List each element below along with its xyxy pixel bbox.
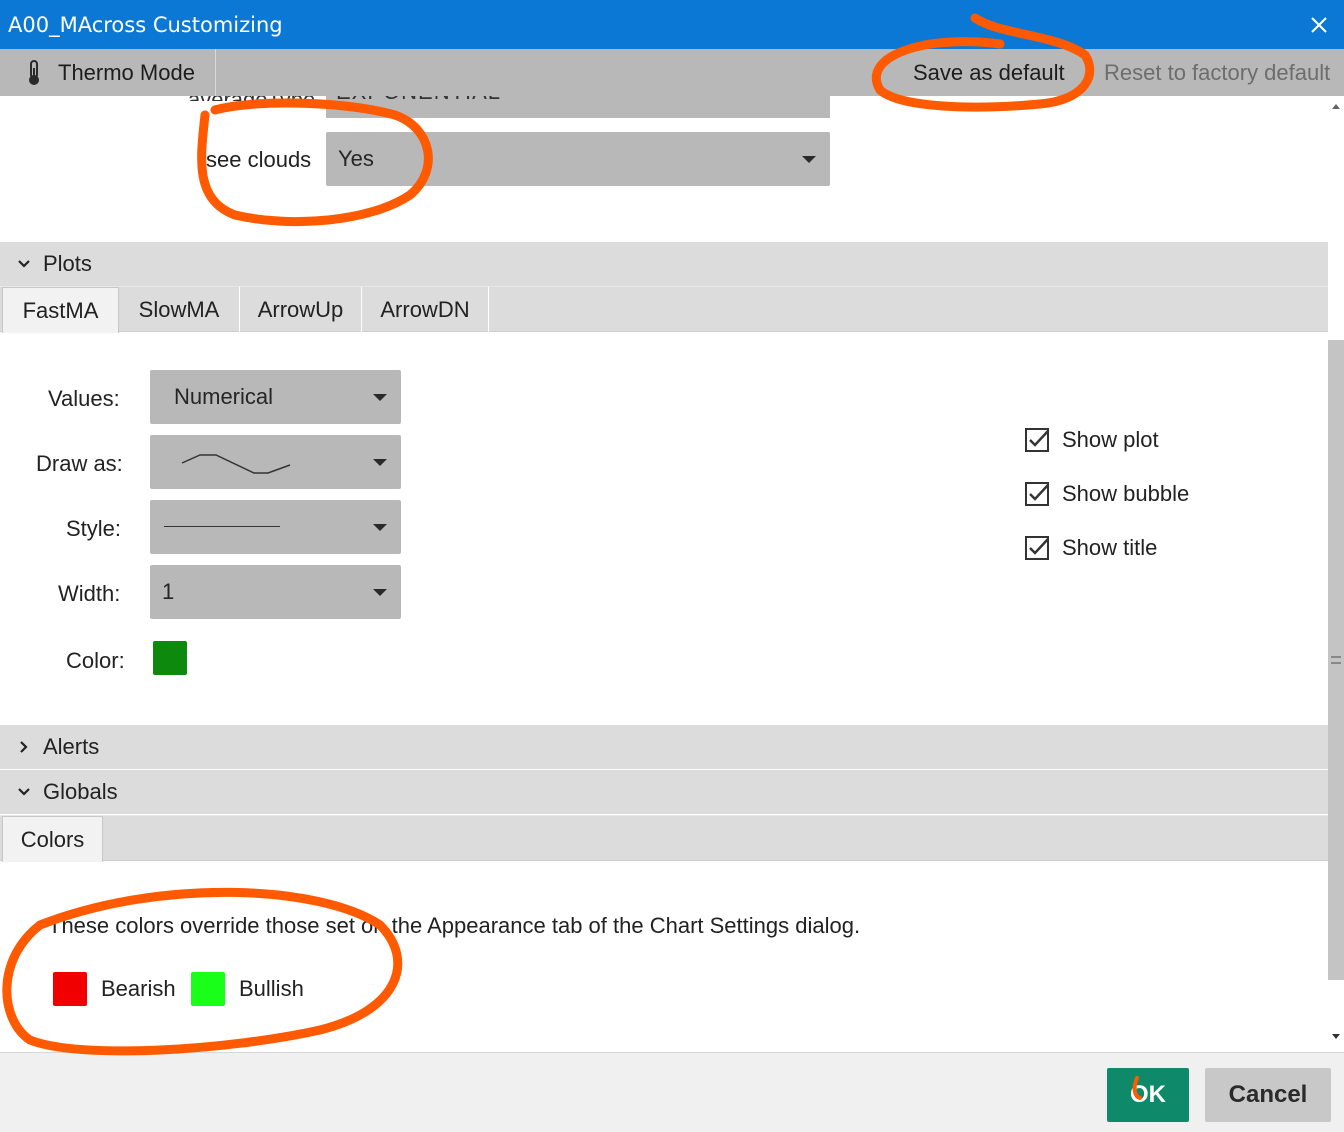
thermo-mode-button[interactable]: Thermo Mode [0,49,216,96]
chevron-down-icon [18,788,30,796]
see-clouds-dropdown[interactable]: Yes [326,132,830,186]
save-as-default-button[interactable]: Save as default [896,49,1088,96]
average-type-label: averageType [188,96,315,101]
values-dropdown[interactable]: Numerical [150,370,401,424]
toolbar: Thermo Mode Save as default Reset to fac… [0,49,1344,96]
color-label: Color: [66,648,125,673]
bullish-label: Bullish [239,976,304,1001]
dialog-footer: OK Cancel [0,1052,1344,1132]
tab-slowma[interactable]: SlowMA [119,287,240,333]
chevron-down-icon [373,524,387,531]
ok-label: OK [1130,1081,1166,1108]
tab-colors[interactable]: Colors [2,816,103,862]
tab-label: ArrowDN [380,297,470,322]
globals-section-title: Globals [43,779,118,804]
chevron-down-icon [373,459,387,466]
tab-label: Colors [20,827,85,852]
draw-as-label: Draw as: [36,451,123,476]
average-type-value: EXPONENTIAL [336,96,501,105]
tab-arrowdn[interactable]: ArrowDN [362,287,489,333]
chevron-down-icon [373,589,387,596]
plots-tabstrip: FastMA SlowMA ArrowUp ArrowDN [0,286,1328,333]
thermometer-icon [29,60,39,85]
show-plot-label: Show plot [1062,427,1159,452]
plots-section-header[interactable]: Plots [0,242,1328,286]
close-icon [1311,17,1327,33]
solid-line-icon [164,526,280,527]
bearish-label: Bearish [101,976,176,1001]
plots-section-title: Plots [43,251,92,276]
chevron-down-icon [802,156,816,163]
tab-label: FastMA [22,298,99,323]
ok-button[interactable]: OK [1107,1068,1189,1122]
style-label: Style: [66,516,122,541]
width-dropdown[interactable]: 1 [150,565,401,619]
scroll-up-icon[interactable] [1332,104,1340,109]
globals-tabstrip: Colors [0,815,1328,862]
width-value: 1 [162,579,175,604]
tab-arrowup[interactable]: ArrowUp [240,287,362,333]
plot-color-swatch[interactable] [153,641,187,675]
values-label: Values: [48,386,120,411]
values-value: Numerical [174,384,274,409]
see-clouds-label: see clouds [206,147,312,172]
save-as-default-label: Save as default [913,60,1065,85]
see-clouds-value: Yes [338,146,374,171]
globals-section-header[interactable]: Globals [0,770,1328,814]
title-bar: A00_MAcross Customizing [0,0,1344,49]
tab-fastma[interactable]: FastMA [2,287,119,333]
reset-factory-default-label: Reset to factory default [1104,60,1331,85]
width-label: Width: [58,581,121,606]
show-bubble-label: Show bubble [1062,481,1190,506]
grip-icon [1331,656,1341,664]
window-title: A00_MAcross Customizing [8,13,283,37]
checkbox-checked-icon [1025,482,1049,506]
bearish-color-swatch[interactable] [53,972,87,1006]
bullish-color-swatch[interactable] [191,972,225,1006]
cancel-label: Cancel [1228,1081,1308,1108]
alerts-section-header[interactable]: Alerts [0,725,1328,769]
reset-factory-default-button[interactable]: Reset to factory default [1090,49,1344,96]
cancel-button[interactable]: Cancel [1205,1068,1331,1122]
show-title-label: Show title [1062,535,1158,560]
scroll-down-icon[interactable] [1332,1034,1340,1039]
tab-label: ArrowUp [257,297,344,322]
chevron-down-icon [373,394,387,401]
thermo-mode-label: Thermo Mode [58,60,195,85]
globals-note: These colors override those set on the A… [48,913,861,938]
alerts-section-title: Alerts [43,734,100,759]
vertical-scrollbar[interactable] [1328,96,1344,1052]
chevron-right-icon [20,741,28,753]
checkbox-checked-icon [1025,428,1049,452]
close-button[interactable] [1302,8,1336,42]
tab-label: SlowMA [138,297,220,322]
style-dropdown[interactable] [150,500,401,554]
draw-as-dropdown[interactable] [150,435,401,489]
checkbox-checked-icon [1025,536,1049,560]
chevron-down-icon [18,260,30,268]
line-style-icon [181,454,291,474]
settings-content: averageType EXPONENTIAL see clouds Yes P… [0,96,1328,1052]
average-type-dropdown[interactable]: EXPONENTIAL [326,96,830,118]
